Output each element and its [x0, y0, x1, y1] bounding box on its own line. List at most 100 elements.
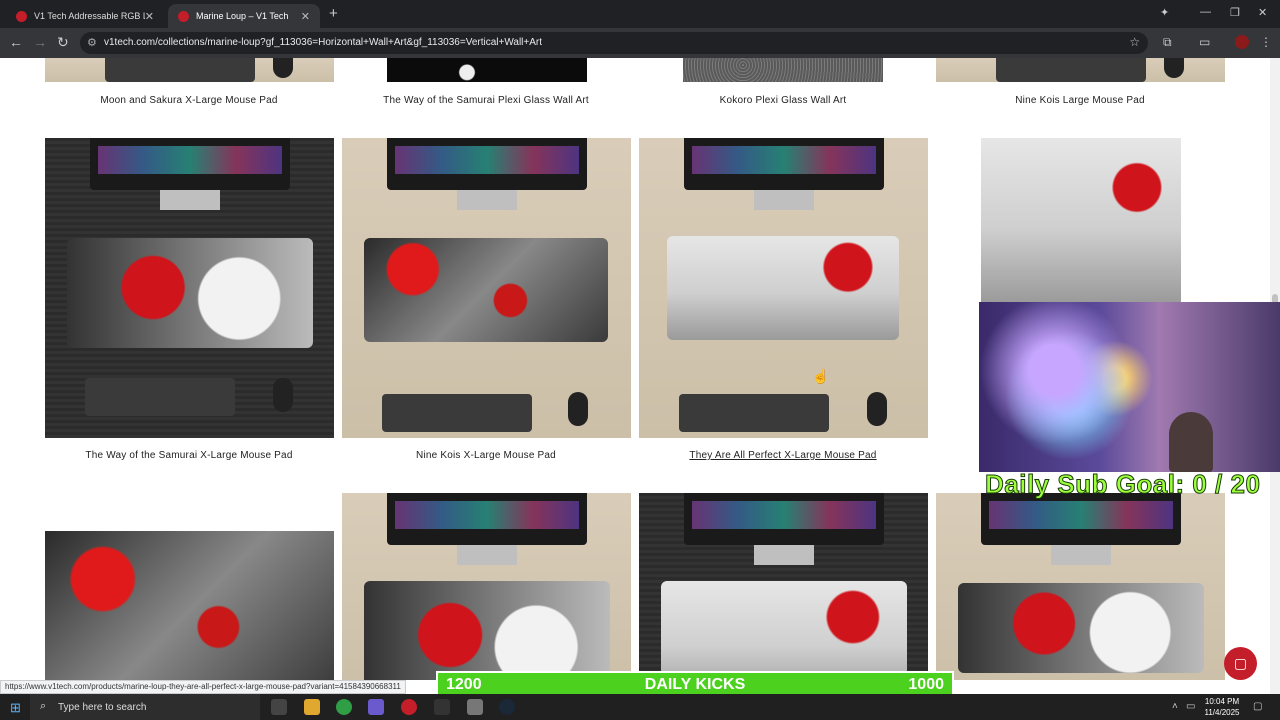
hand-cursor-icon: ☝	[812, 368, 830, 384]
monitor-stand	[456, 190, 517, 210]
chrome-icon[interactable]	[336, 699, 352, 715]
mouse-pad-artwork	[364, 238, 608, 342]
daily-sub-goal: Daily Sub Goal: 0 / 20	[985, 469, 1261, 500]
product-image[interactable]	[45, 138, 334, 438]
restore-icon[interactable]: ❐	[1230, 6, 1240, 19]
webcam-overlay	[979, 302, 1280, 472]
product-image[interactable]	[936, 58, 1225, 82]
back-icon[interactable]: ←	[9, 34, 23, 50]
product-title[interactable]: The Way of the Samurai Plexi Glass Wall …	[341, 95, 631, 106]
product-image[interactable]	[936, 493, 1225, 680]
product-title[interactable]: Moon and Sakura X-Large Mouse Pad	[44, 95, 334, 106]
clock-date: 11/4/2025	[1204, 708, 1240, 717]
windows-start-icon[interactable]: ⊞	[10, 700, 21, 716]
product-image[interactable]	[342, 493, 631, 680]
steam-icon[interactable]	[499, 699, 515, 715]
keyboard-image	[382, 394, 532, 432]
windows-taskbar: ⊞ ⌕ Type here to search ˄ ▭ 10:04 PM 11/…	[0, 694, 1280, 720]
close-tab-icon[interactable]: ✕	[301, 10, 310, 23]
product-image[interactable]	[387, 58, 587, 82]
system-clock[interactable]: 10:04 PM 11/4/2025	[1196, 696, 1248, 718]
streamer-image	[1169, 412, 1213, 472]
chat-widget-button[interactable]: ▢	[1224, 647, 1257, 680]
monitor-stand	[159, 190, 220, 210]
forward-icon[interactable]: →	[33, 34, 47, 50]
kicks-label: DAILY KICKS	[644, 675, 746, 693]
profile-avatar[interactable]	[1235, 35, 1249, 49]
monitor-stand	[753, 545, 814, 565]
epic-games-icon[interactable]	[434, 699, 450, 715]
clock-time: 10:04 PM	[1204, 697, 1240, 706]
product-title[interactable]: Kokoro Plexi Glass Wall Art	[638, 95, 928, 106]
close-tab-icon[interactable]: ✕	[145, 10, 154, 23]
new-tab-icon[interactable]: +	[329, 5, 338, 22]
product-image[interactable]	[639, 138, 928, 438]
close-window-icon[interactable]: ✕	[1258, 6, 1267, 19]
address-bar[interactable]: ⚙ v1tech.com/collections/marine-loup?gf_…	[80, 32, 1148, 54]
monitor-image	[89, 138, 290, 190]
search-icon: ⌕	[40, 700, 47, 712]
keyboard-image	[105, 58, 255, 82]
minimize-icon[interactable]: —	[1200, 6, 1211, 18]
mouse-pad-artwork	[661, 581, 907, 680]
menu-kebab-icon[interactable]: ⋮	[1260, 35, 1272, 49]
extensions-icon[interactable]: ⧉	[1163, 35, 1172, 50]
browser-toolbar: ← → ↻ ⚙ v1tech.com/collections/marine-lo…	[0, 28, 1280, 58]
mouse-pad-artwork	[667, 236, 899, 340]
file-explorer-icon[interactable]	[304, 699, 320, 715]
keyboard-image	[996, 58, 1146, 82]
mouse-pad-artwork	[364, 581, 610, 680]
keyboard-image	[679, 394, 829, 432]
product-image[interactable]	[639, 493, 928, 680]
search-placeholder: Type here to search	[58, 701, 147, 713]
product-image[interactable]	[683, 58, 883, 82]
tab-strip: V1 Tech Addressable RGB LED ✕ Marine Lou…	[0, 0, 1280, 28]
mouse-image	[568, 392, 588, 426]
product-image[interactable]	[45, 58, 334, 82]
task-view-icon[interactable]	[271, 699, 287, 715]
kicks-right-value: 1000	[908, 675, 944, 693]
tray-chevron-icon[interactable]: ˄	[1172, 701, 1178, 712]
app-icon[interactable]	[368, 699, 384, 715]
monitor-image	[386, 493, 587, 545]
mouse-pad-artwork	[67, 238, 313, 348]
app-icon[interactable]	[401, 699, 417, 715]
monitor-image	[386, 138, 587, 190]
product-title[interactable]: They Are All Perfect X-Large Mouse Pad	[638, 450, 928, 461]
monitor-image	[980, 493, 1181, 545]
monitor-stand	[753, 190, 814, 210]
reload-icon[interactable]: ↻	[57, 34, 69, 51]
side-panel-icon[interactable]: ▭	[1199, 35, 1210, 49]
tab-title: Marine Loup – V1 Tech	[196, 11, 289, 21]
bookmark-star-icon[interactable]: ☆	[1129, 35, 1140, 49]
product-image[interactable]	[45, 531, 334, 680]
tab-v1tech-rgb[interactable]: V1 Tech Addressable RGB LED ✕	[6, 4, 164, 28]
taskbar-search[interactable]: ⌕ Type here to search	[30, 694, 260, 720]
keyboard-image	[85, 378, 235, 416]
monitor-image	[683, 138, 884, 190]
mouse-image	[1164, 58, 1184, 78]
site-info-icon[interactable]: ⚙	[87, 36, 97, 49]
link-status-bar: https://www.v1tech.com/products/marine-l…	[0, 680, 406, 694]
monitor-stand	[1050, 545, 1111, 565]
gemini-sparkle-icon[interactable]: ✦	[1160, 6, 1169, 19]
url-text[interactable]: v1tech.com/collections/marine-loup?gf_11…	[104, 37, 542, 48]
app-icon[interactable]	[467, 699, 483, 715]
mouse-image	[273, 378, 293, 412]
product-title[interactable]: Nine Kois X-Large Mouse Pad	[341, 450, 631, 461]
tab-title: V1 Tech Addressable RGB LED	[34, 11, 145, 21]
tab-marine-loup[interactable]: Marine Loup – V1 Tech ✕	[168, 4, 320, 28]
notifications-icon[interactable]: ▢	[1253, 701, 1262, 712]
monitor-stand	[456, 545, 517, 565]
product-image[interactable]	[342, 138, 631, 438]
product-title[interactable]: Nine Kois Large Mouse Pad	[935, 95, 1225, 106]
mouse-pad-artwork	[958, 583, 1204, 673]
v1tech-favicon-icon	[178, 10, 189, 22]
mouse-image	[867, 392, 887, 426]
network-icon[interactable]: ▭	[1186, 701, 1195, 712]
mouse-image	[273, 58, 293, 78]
v1tech-favicon-icon	[16, 10, 27, 22]
product-image[interactable]	[981, 138, 1181, 303]
product-title[interactable]: The Way of the Samurai X-Large Mouse Pad	[44, 450, 334, 461]
monitor-image	[683, 493, 884, 545]
